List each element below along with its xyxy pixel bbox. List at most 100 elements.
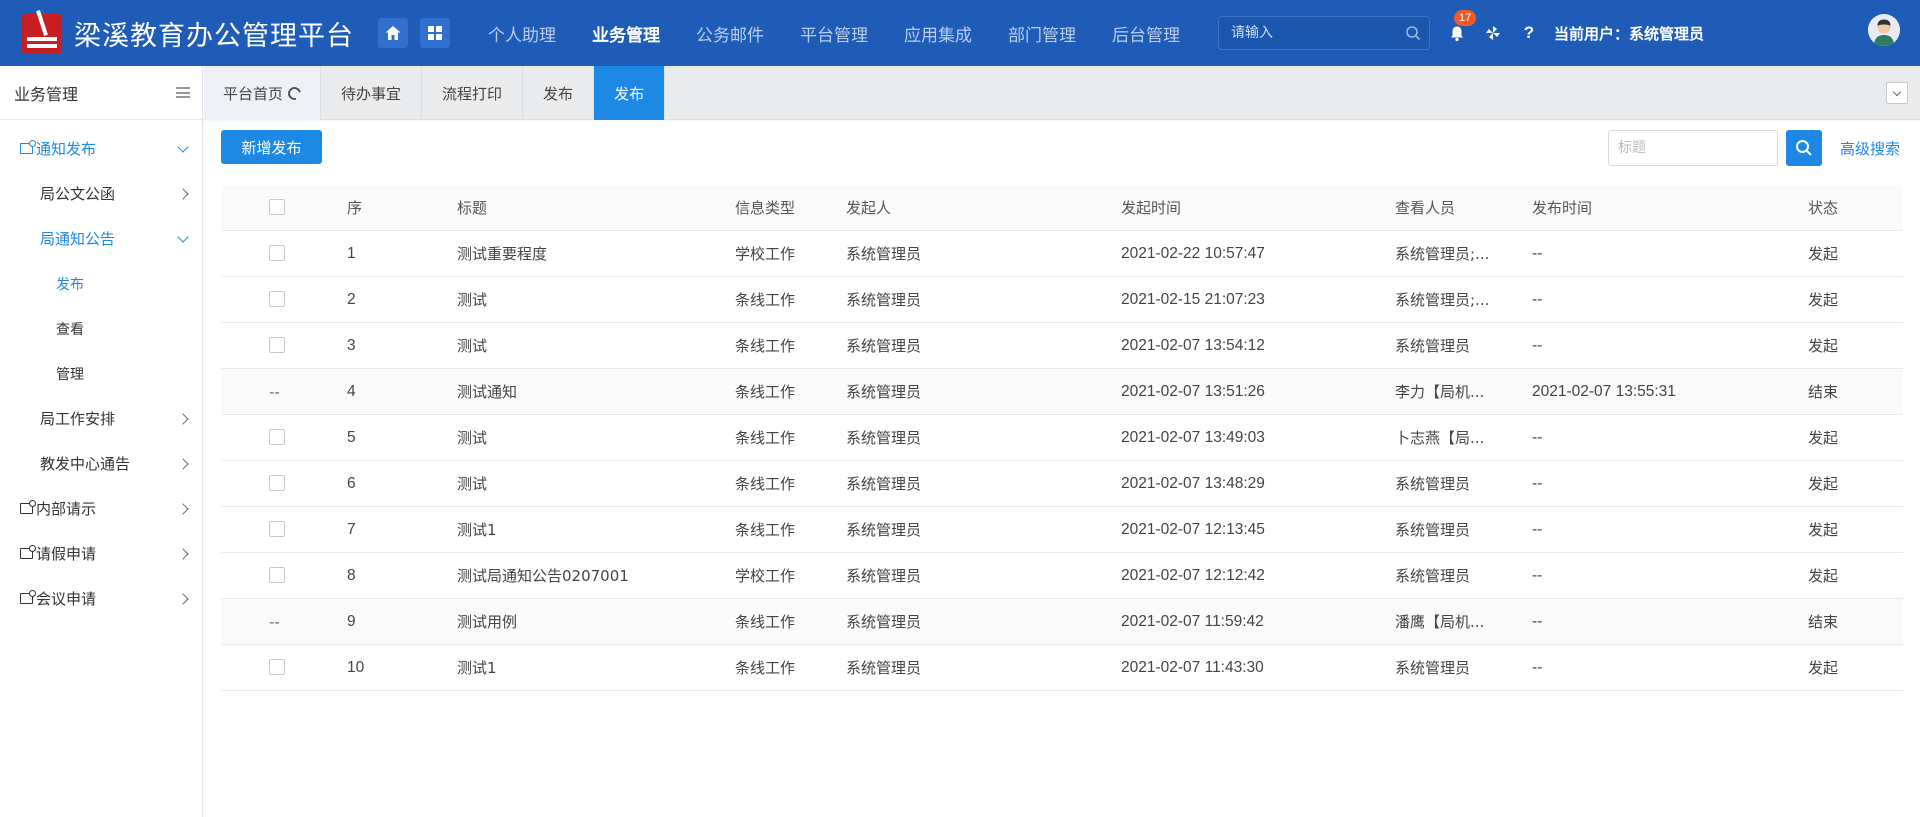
row-index: 1 (347, 245, 356, 262)
row-publish-time: -- (1532, 613, 1543, 630)
sidebar-item-education-center-notices[interactable]: 教发中心通告 (0, 441, 202, 486)
row-title[interactable]: 测试1 (457, 645, 707, 691)
sidebar: 业务管理 通知发布 局公文公函 局通知公告 发布 查看 管理 局工作安排 教发中… (0, 66, 203, 817)
row-title[interactable]: 测试1 (457, 507, 707, 553)
sidebar-item-notice-release[interactable]: 通知发布 (0, 126, 202, 171)
nav-department-management[interactable]: 部门管理 (1008, 21, 1076, 46)
user-avatar[interactable] (1868, 14, 1900, 46)
column-header: 查看人员 (1395, 199, 1456, 217)
row-title[interactable]: 测试 (457, 323, 707, 369)
notifications-button[interactable]: 17 (1446, 10, 1477, 44)
help-button[interactable]: ? (1518, 22, 1540, 44)
sidebar-item-label: 局通知公告 (40, 230, 116, 248)
table-row[interactable]: 7 测试1 条线工作 系统管理员 2021-02-07 12:13:45 系统管理员 -- 发… (221, 507, 1903, 553)
column-header: 标题 (457, 199, 488, 217)
row-title[interactable]: 测试 (457, 461, 707, 507)
table-row[interactable]: 6 测试 条线工作 系统管理员 2021-02-07 13:48:29 系统管理员 -- 发起 (221, 461, 1903, 507)
row-checkbox[interactable] (269, 461, 289, 507)
row-author: 系统管理员 (846, 291, 922, 309)
row-checkbox[interactable] (269, 323, 289, 369)
row-type: 学校工作 (735, 567, 796, 585)
table-row[interactable]: -- 4 测试通知 条线工作 系统管理员 2021-02-07 13:51:26 李力【局机… (221, 369, 1903, 415)
chevron-down-icon (177, 140, 189, 153)
row-publish-time: -- (1532, 659, 1543, 676)
row-start-time: 2021-02-07 11:59:42 (1121, 613, 1264, 630)
sidebar-item-internal-requests[interactable]: 内部请示 (0, 486, 202, 531)
table-row[interactable]: 5 测试 条线工作 系统管理员 2021-02-07 13:49:03 卜志燕【局... -… (221, 415, 1903, 461)
sidebar-item-bureau-notices[interactable]: 局通知公告 (0, 216, 202, 261)
row-checkbox[interactable] (269, 507, 289, 553)
nav-platform-management[interactable]: 平台管理 (800, 21, 868, 46)
chevron-right-icon (177, 547, 189, 560)
sidebar-item-manage[interactable]: 管理 (0, 351, 202, 396)
chevron-down-icon (1892, 87, 1902, 96)
table-row[interactable]: 2 测试 条线工作 系统管理员 2021-02-15 21:07:23 系统管理员;...… (221, 277, 1903, 323)
row-checkbox[interactable] (269, 645, 289, 691)
row-checkbox[interactable] (269, 277, 289, 323)
chevron-right-icon (177, 502, 189, 515)
column-header: 状态 (1808, 199, 1839, 217)
tab-label: 平台首页 (223, 84, 284, 103)
nav-app-integration[interactable]: 应用集成 (904, 21, 972, 46)
tab-process-print[interactable]: 流程打印 (422, 66, 524, 120)
row-index: 4 (347, 383, 356, 400)
tab-publish[interactable]: 发布 (523, 66, 595, 120)
row-author: 系统管理员 (846, 245, 922, 263)
row-title[interactable]: 测试 (457, 277, 707, 323)
tabs-dropdown-button[interactable] (1886, 82, 1908, 104)
row-checkbox[interactable] (269, 415, 289, 461)
table-row[interactable]: -- 9 测试用例 条线工作 系统管理员 2021-02-07 11:59:42 潘鹰【局机… (221, 599, 1903, 645)
sidebar-item-work-schedule[interactable]: 局工作安排 (0, 396, 202, 441)
nav-backend-management[interactable]: 后台管理 (1112, 21, 1180, 46)
row-author: 系统管理员 (846, 383, 922, 401)
pinwheel-icon (1486, 26, 1500, 40)
table-row[interactable]: 10 测试1 条线工作 系统管理员 2021-02-07 11:43:30 系统管理员 --… (221, 645, 1903, 691)
search-icon[interactable] (1405, 25, 1421, 41)
add-publish-button[interactable]: 新增发布 (221, 130, 322, 164)
sidebar-item-label: 通知发布 (36, 140, 97, 158)
chevron-right-icon (177, 457, 189, 470)
home-button[interactable] (378, 18, 408, 48)
row-status: 发起 (1808, 291, 1839, 309)
platform-logo (22, 10, 62, 56)
row-title[interactable]: 测试重要程度 (457, 231, 707, 277)
row-checkbox[interactable] (269, 231, 289, 277)
tab-platform-home[interactable]: 平台首页 (204, 66, 322, 120)
sidebar-item-meeting-requests[interactable]: 会议申请 (0, 576, 202, 621)
select-all-checkbox[interactable] (269, 185, 289, 231)
row-publish-time: -- (1532, 337, 1543, 354)
global-search-input[interactable] (1231, 25, 1405, 41)
tab-todo[interactable]: 待办事宜 (321, 66, 423, 120)
row-title[interactable]: 测试用例 (457, 599, 707, 645)
menu-toggle-icon[interactable] (176, 87, 190, 98)
nav-official-mail[interactable]: 公务邮件 (696, 21, 764, 46)
row-title[interactable]: 测试局通知公告0207001 (457, 553, 707, 599)
title-search-input[interactable] (1608, 130, 1778, 166)
row-status: 发起 (1808, 659, 1839, 677)
apps-button[interactable] (420, 18, 450, 48)
row-viewers: 系统管理员 (1395, 337, 1471, 355)
row-start-time: 2021-02-15 21:07:23 (1121, 291, 1265, 308)
table-row[interactable]: 3 测试 条线工作 系统管理员 2021-02-07 13:54:12 系统管理员 -- 发起 (221, 323, 1903, 369)
nav-business-management[interactable]: 业务管理 (592, 21, 660, 46)
sidebar-item-publish[interactable]: 发布 (0, 261, 202, 306)
row-start-time: 2021-02-07 12:12:42 (1121, 567, 1265, 584)
table-row[interactable]: 1 测试重要程度 学校工作 系统管理员 2021-02-22 10:57:47 系统管理员… (221, 231, 1903, 277)
pinwheel-button[interactable] (1482, 22, 1504, 44)
advanced-search-link[interactable]: 高级搜索 (1840, 138, 1900, 159)
row-type: 条线工作 (735, 337, 796, 355)
sidebar-item-bureau-documents[interactable]: 局公文公函 (0, 171, 202, 216)
row-viewers: 系统管理员 (1395, 567, 1471, 585)
row-title[interactable]: 测试 (457, 415, 707, 461)
nav-personal-assistant[interactable]: 个人助理 (488, 21, 556, 46)
table-row[interactable]: 8 测试局通知公告0207001 学校工作 系统管理员 2021-02-07 12:12… (221, 553, 1903, 599)
refresh-icon[interactable] (285, 84, 304, 102)
app-title: 梁溪教育办公管理平台 (74, 20, 354, 52)
row-title[interactable]: 测试通知 (457, 369, 707, 415)
row-checkbox[interactable] (269, 553, 289, 599)
tab-publish-active[interactable]: 发布 (594, 66, 666, 120)
sidebar-item-view[interactable]: 查看 (0, 306, 202, 351)
search-button[interactable] (1786, 130, 1822, 166)
sidebar-item-leave-requests[interactable]: 请假申请 (0, 531, 202, 576)
row-publish-time: -- (1532, 567, 1543, 584)
